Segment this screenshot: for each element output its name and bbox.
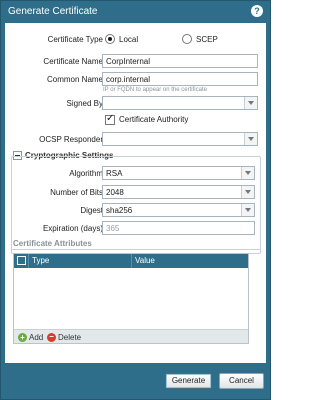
chevron-down-icon[interactable] [241,204,254,216]
add-button[interactable]: + Add [18,332,43,342]
number-of-bits-label: Number of Bits [50,188,103,197]
common-name-label: Common Name [46,75,103,84]
add-label: Add [29,332,44,342]
add-icon: + [18,332,27,342]
column-divider [131,254,132,268]
certificate-name-label: Certificate Name [43,57,103,66]
ocsp-responder-row: OCSP Responder [5,132,266,148]
chevron-down-icon[interactable] [244,97,257,109]
common-name-row: Common Name corp.internal IP or FQDN to … [5,72,266,94]
column-divider [28,254,29,268]
certificate-authority-label[interactable]: Certificate Authority [119,115,188,124]
expiration-row: Expiration (days) 365 [5,221,266,237]
column-header-type[interactable]: Type [32,256,49,265]
certificate-authority-row: Certificate Authority [5,113,266,130]
delete-label: Delete [58,332,82,342]
radio-local-label[interactable]: Local [119,35,138,44]
certificate-attributes-grid: Type Value + Add − Delete [13,253,249,344]
chevron-down-icon[interactable] [241,167,254,179]
common-name-input[interactable]: corp.internal [102,72,258,86]
common-name-hint: IP or FQDN to appear on the certificate [103,87,207,93]
digest-select[interactable]: sha256 [102,203,255,217]
dialog-title: Generate Certificate [8,6,98,17]
select-all-checkbox[interactable] [17,256,26,265]
dialog-footer: Generate Cancel [1,363,270,399]
algorithm-select[interactable]: RSA [102,166,255,180]
digest-row: Digest sha256 [5,203,266,219]
help-icon[interactable]: ? [251,5,263,17]
certificate-attributes-title: Certificate Attributes [13,239,92,248]
number-of-bits-row: Number of Bits 2048 [5,185,266,201]
grid-header: Type Value [14,254,248,268]
number-of-bits-select[interactable]: 2048 [102,185,255,199]
grid-toolbar: + Add − Delete [14,329,248,343]
radio-scep[interactable] [182,34,192,44]
algorithm-row: Algorithm RSA [5,166,266,182]
ocsp-responder-label: OCSP Responder [39,135,103,144]
cancel-button[interactable]: Cancel [219,373,264,389]
digest-label: Digest [80,206,103,215]
generate-button[interactable]: Generate [165,373,212,389]
digest-value: sha256 [106,206,133,215]
signed-by-label: Signed By [66,99,103,108]
certificate-type-label: Certificate Type [47,35,103,44]
expiration-input[interactable]: 365 [102,221,255,235]
certificate-name-input[interactable]: CorpInternal [102,54,258,68]
section-divider [11,249,261,250]
dialog-titlebar[interactable]: Generate Certificate ? [1,1,270,23]
number-of-bits-value: 2048 [106,188,124,197]
radio-scep-label[interactable]: SCEP [196,35,218,44]
delete-button[interactable]: − Delete [47,332,81,342]
certificate-authority-checkbox[interactable] [105,113,115,125]
column-header-value[interactable]: Value [135,256,155,265]
radio-local[interactable] [105,34,115,44]
chevron-down-icon[interactable] [244,133,257,145]
delete-icon: − [47,332,56,342]
signed-by-row: Signed By [5,96,266,112]
ocsp-responder-select[interactable] [102,132,258,146]
signed-by-select[interactable] [102,96,258,110]
algorithm-label: Algorithm [69,169,103,178]
certificate-type-row: Certificate Type Local SCEP [5,32,266,48]
certificate-name-row: Certificate Name CorpInternal [5,54,266,70]
generate-certificate-dialog: Generate Certificate ? Certificate Type … [0,0,271,400]
algorithm-value: RSA [106,169,123,178]
chevron-down-icon[interactable] [241,186,254,198]
expiration-label: Expiration (days) [42,224,103,233]
